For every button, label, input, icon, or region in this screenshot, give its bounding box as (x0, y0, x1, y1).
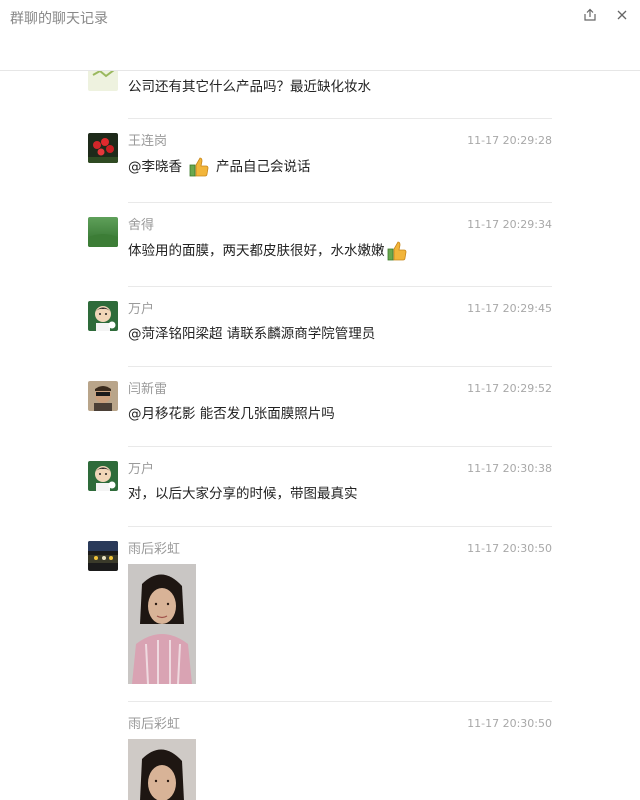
timestamp: 11-17 20:29:45 (467, 302, 552, 315)
timestamp: 11-17 20:29:28 (467, 134, 552, 147)
avatar[interactable] (88, 381, 118, 411)
message-text: 公司还有其它什么产品吗？最近缺化妆水 (128, 79, 371, 95)
divider (128, 202, 552, 203)
avatar[interactable] (88, 541, 118, 571)
timestamp: 11-17 20:29:34 (467, 218, 552, 231)
avatar[interactable] (88, 301, 118, 331)
sender-name: 雨后彩虹 (128, 717, 181, 732)
avatar[interactable] (88, 133, 118, 163)
divider (128, 286, 552, 287)
sender-name: 闫新雷 (128, 382, 168, 397)
message-text: @菏泽铭阳梁超 请联系麟源商学院管理员 (128, 326, 376, 342)
avatar[interactable] (88, 217, 118, 247)
window-title: 群聊的聊天记录 (10, 11, 108, 27)
message-text: @李晓香 产品自己会说话 (128, 156, 311, 178)
timestamp: 11-17 20:29:52 (467, 382, 552, 395)
list-item: 雨后彩虹 11-17 20:30:50 (88, 541, 552, 691)
divider (128, 118, 552, 119)
photo-message[interactable] (128, 739, 196, 800)
sender-name: 雨后彩虹 (128, 542, 181, 557)
divider (128, 701, 552, 702)
timestamp: 11-17 20:30:50 (467, 717, 552, 730)
title-bar: 群聊的聊天记录 (0, 0, 640, 71)
list-item: 王连岗 11-17 20:29:28 @李晓香 产品自己会说话 (88, 133, 552, 193)
list-item: 闫新雷 11-17 20:29:52 @月移花影 能否发几张面膜照片吗 (88, 381, 552, 441)
close-icon[interactable] (612, 6, 632, 24)
message-text-rest: 产品自己会说话 (216, 159, 311, 175)
sender-name: 万户 (128, 302, 155, 317)
divider (128, 526, 552, 527)
chat-history-list[interactable]: 公司还有其它什么产品吗？最近缺化妆水 王连岗 11-17 20:29:28 @李… (0, 71, 640, 800)
sender-name: 王连岗 (128, 134, 168, 149)
avatar[interactable] (88, 461, 118, 491)
thumbs-up-icon (188, 156, 210, 178)
message-text: 体验用的面膜，两天都皮肤很好，水水嫩嫩 (128, 240, 408, 262)
list-item: 舍得 11-17 20:29:34 体验用的面膜，两天都皮肤很好，水水嫩嫩 (88, 217, 552, 277)
message-text: 对，以后大家分享的时候，带图最真实 (128, 486, 358, 502)
list-item: 雨后彩虹 11-17 20:30:50 (88, 716, 552, 800)
mention-text: @李晓香 (128, 159, 182, 175)
thumbs-up-icon (386, 240, 408, 262)
share-icon[interactable] (580, 6, 600, 24)
list-item: 万户 11-17 20:29:45 @菏泽铭阳梁超 请联系麟源商学院管理员 (88, 301, 552, 361)
photo-message[interactable] (128, 564, 196, 684)
divider (128, 366, 552, 367)
avatar[interactable] (88, 71, 118, 91)
timestamp: 11-17 20:30:38 (467, 462, 552, 475)
timestamp: 11-17 20:30:50 (467, 542, 552, 555)
message-text-body: 体验用的面膜，两天都皮肤很好，水水嫩嫩 (128, 243, 385, 259)
divider (128, 446, 552, 447)
sender-name: 舍得 (128, 218, 155, 233)
message-text: @月移花影 能否发几张面膜照片吗 (128, 406, 335, 422)
list-item: 万户 11-17 20:30:38 对，以后大家分享的时候，带图最真实 (88, 461, 552, 521)
sender-name: 万户 (128, 462, 155, 477)
list-item: 公司还有其它什么产品吗？最近缺化妆水 (88, 71, 552, 111)
